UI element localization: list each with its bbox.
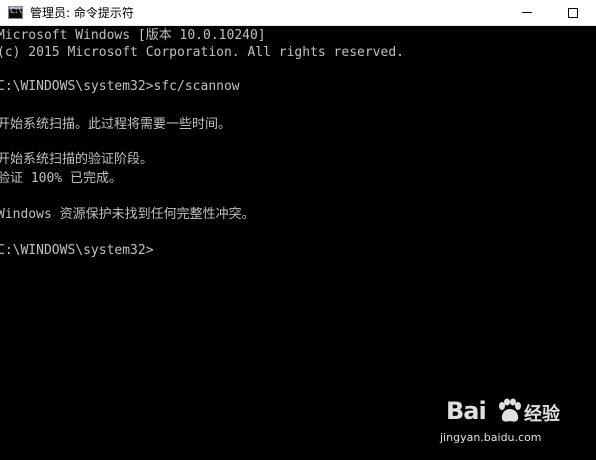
maximize-button[interactable] bbox=[550, 0, 596, 25]
window-title: 管理员: 命令提示符 bbox=[30, 6, 134, 20]
maximize-icon bbox=[568, 8, 578, 18]
baidu-watermark: Bai 经验 jingyan.baidu.com bbox=[440, 395, 590, 455]
console-line-version: Microsoft Windows [版本 10.0.10240] bbox=[0, 28, 266, 43]
minimize-button[interactable] bbox=[504, 0, 550, 25]
baidu-paw-icon bbox=[499, 398, 521, 422]
minimize-icon bbox=[522, 12, 532, 13]
console-line-copyright: (c) 2015 Microsoft Corporation. All righ… bbox=[0, 45, 404, 60]
console-line-result: Windows 资源保护未找到任何完整性冲突。 bbox=[0, 207, 255, 222]
console-line-prompt: C:\WINDOWS\system32> bbox=[0, 243, 154, 258]
cmd-icon[interactable]: C:\ bbox=[8, 6, 23, 19]
console-line-command: C:\WINDOWS\system32>sfc/scannow bbox=[0, 79, 240, 94]
watermark-jingyan: 经验 bbox=[524, 404, 560, 425]
watermark-url: jingyan.baidu.com bbox=[440, 431, 542, 444]
watermark-brand: Bai bbox=[446, 397, 487, 425]
console-line-verify-progress: 验证 100% 已完成。 bbox=[0, 171, 122, 186]
console-line-verify-start: 开始系统扫描的验证阶段。 bbox=[0, 152, 154, 167]
title-bar[interactable]: C:\ 管理员: 命令提示符 bbox=[0, 0, 596, 26]
cmd-window: C:\ 管理员: 命令提示符 Microsoft Windows [版本 10.… bbox=[0, 0, 596, 460]
cmd-icon-glyph: C:\ bbox=[10, 6, 22, 15]
console-line-scan-start: 开始系统扫描。此过程将需要一些时间。 bbox=[0, 117, 232, 132]
